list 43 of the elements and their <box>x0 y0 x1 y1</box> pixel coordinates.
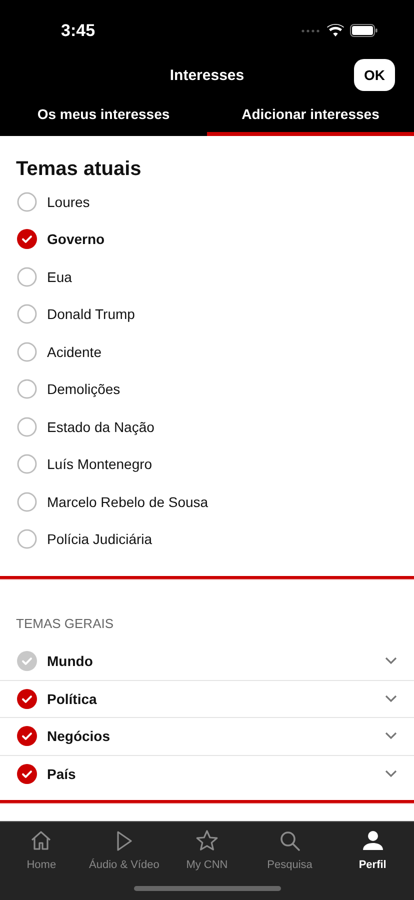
empty-circle-icon[interactable] <box>17 379 37 400</box>
section-title: Temas atuais <box>15 157 142 182</box>
topic-label[interactable]: Luís Montenegro <box>47 456 152 472</box>
topic-label[interactable]: Demolições <box>47 381 120 398</box>
empty-circle-icon[interactable] <box>17 454 37 474</box>
topic-label[interactable]: Governo <box>47 231 105 248</box>
topic-label[interactable]: País <box>47 766 375 782</box>
signal-icon <box>301 28 321 32</box>
empty-circle-icon[interactable] <box>17 266 37 287</box>
status-time: 3:45 <box>61 20 96 40</box>
checked-circle-icon[interactable] <box>17 229 37 250</box>
empty-circle-icon[interactable] <box>17 416 37 437</box>
topic-label[interactable]: Eua <box>47 268 72 285</box>
tab-bar-item[interactable]: Perfil <box>331 828 414 871</box>
battery-icon <box>350 24 378 37</box>
tab-bar-item[interactable]: Home <box>0 828 83 871</box>
tab[interactable]: Os meus interesses <box>0 95 207 136</box>
empty-circle-icon[interactable] <box>17 492 37 512</box>
checked-circle-icon[interactable] <box>17 726 37 746</box>
topic-label[interactable]: Negócios <box>47 728 375 744</box>
section-heading: TEMAS GERAIS <box>15 615 115 633</box>
empty-circle-icon[interactable] <box>17 192 37 212</box>
topic-label[interactable]: Polícia Judiciária <box>47 531 152 548</box>
empty-circle-icon[interactable] <box>17 342 37 362</box>
chevron-icon[interactable] <box>385 770 397 778</box>
empty-circle-icon[interactable] <box>17 304 37 324</box>
screen-title: Interesses <box>170 66 244 84</box>
tab-bar-item[interactable]: Pesquisa <box>248 828 332 871</box>
topic-label[interactable]: Estado da Nação <box>47 418 154 435</box>
checked-circle-icon[interactable] <box>17 688 37 709</box>
topic-label[interactable]: Donald Trump <box>47 306 135 322</box>
ok-button[interactable]: OK <box>354 59 395 91</box>
checked-circle-icon[interactable] <box>17 764 37 784</box>
tab-bar-item[interactable]: My CNN <box>166 828 248 871</box>
wifi-icon <box>327 24 344 37</box>
topic-label[interactable]: Acidente <box>47 344 102 360</box>
topic-label[interactable]: Marcelo Rebelo de Sousa <box>47 494 208 510</box>
empty-circle-icon[interactable] <box>17 529 37 550</box>
tab-bar-item[interactable]: Áudio & Vídeo <box>82 828 166 871</box>
chevron-icon[interactable] <box>385 694 397 703</box>
chevron-icon[interactable] <box>385 732 397 740</box>
topic-label[interactable]: Política <box>47 690 375 707</box>
topic-label[interactable]: Loures <box>47 194 90 210</box>
